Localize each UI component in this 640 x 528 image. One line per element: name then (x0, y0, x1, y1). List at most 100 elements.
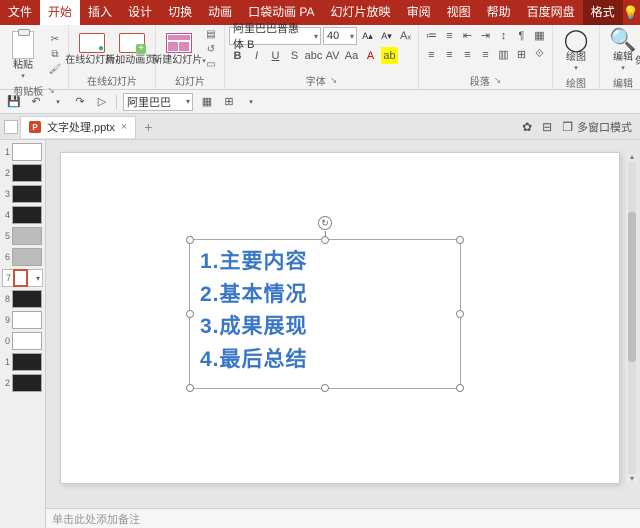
close-tab-button[interactable]: × (121, 121, 127, 133)
clear-format-button[interactable]: Aₓ (397, 28, 414, 45)
scroll-down-icon[interactable]: ▾ (626, 474, 638, 484)
slide-canvas[interactable]: ↻ 1.主要内容 2.基本情况 3.成果展现 4.最后总结 (60, 152, 620, 484)
tab-slideshow[interactable]: 幻灯片放映 (323, 0, 399, 25)
tab-home-icon[interactable] (4, 120, 18, 134)
slide-thumbnail[interactable]: 6 (2, 248, 43, 266)
slide-thumbnail[interactable]: 7 (2, 269, 43, 287)
new-anim-page-button[interactable]: 新加动画页▾ (113, 30, 151, 69)
resize-handle-n[interactable] (321, 236, 329, 244)
edit-button[interactable]: 🔍编辑▾ (604, 27, 640, 74)
align-justify-button[interactable]: ≡ (477, 46, 494, 63)
smartart-button[interactable]: ⟐ (531, 46, 548, 63)
tab-format[interactable]: 格式 (583, 0, 623, 25)
textbox-selected[interactable]: ↻ 1.主要内容 2.基本情况 3.成果展现 4.最后总结 (189, 239, 461, 389)
layout-button[interactable]: ▤ (202, 28, 220, 42)
bullets-button[interactable]: ≔ (423, 27, 440, 44)
resize-handle-e[interactable] (456, 310, 464, 318)
paste-button[interactable]: 粘贴 ▾ (4, 27, 42, 82)
draw-button[interactable]: ◯绘图▾ (557, 27, 595, 74)
scroll-thumb[interactable] (628, 212, 636, 362)
tab-insert[interactable]: 插入 (80, 0, 120, 25)
resize-handle-s[interactable] (321, 384, 329, 392)
dialog-launcher-icon[interactable]: ↘ (330, 75, 338, 86)
dialog-launcher-icon[interactable]: ↘ (494, 75, 502, 86)
numbering-button[interactable]: ≡ (441, 27, 458, 44)
win-opt-2[interactable]: ⊟ (538, 120, 556, 134)
notes-pane[interactable]: 单击此处添加备注 (46, 508, 640, 528)
slide-thumbnail[interactable]: 2 (2, 374, 43, 392)
convert-smartart-button[interactable]: ⊞ (513, 46, 530, 63)
align-left-button[interactable]: ≡ (423, 46, 440, 63)
tab-design[interactable]: 设计 (120, 0, 160, 25)
resize-handle-ne[interactable] (456, 236, 464, 244)
resize-handle-nw[interactable] (186, 236, 194, 244)
columns-button[interactable]: ▥ (495, 46, 512, 63)
align-right-button[interactable]: ≡ (459, 46, 476, 63)
undo-drop-icon[interactable]: ▾ (50, 94, 66, 110)
font-size-select[interactable]: 40 (323, 27, 357, 45)
align-text-button[interactable]: ▦ (531, 27, 548, 44)
tab-home[interactable]: 开始 (40, 0, 80, 25)
shapes-icon: ◯ (563, 29, 589, 51)
grid-button[interactable]: ▦ (199, 94, 215, 110)
tab-baidu-disk[interactable]: 百度网盘 (519, 0, 583, 25)
slide-thumbnail[interactable]: 5 (2, 227, 43, 245)
text-line-2: 2.基本情况 (200, 279, 450, 312)
section-button[interactable]: ▭ (202, 58, 220, 72)
vertical-scrollbar[interactable]: ▴ ▾ (626, 152, 638, 484)
format-painter-button[interactable]: 🖌 (46, 63, 64, 77)
redo-button[interactable]: ↷ (72, 94, 88, 110)
resize-handle-se[interactable] (456, 384, 464, 392)
font-family-select[interactable]: 阿里巴巴普惠体 B (229, 27, 321, 45)
font-color-button[interactable]: A (362, 47, 379, 64)
tab-view[interactable]: 视图 (439, 0, 479, 25)
resize-handle-w[interactable] (186, 310, 194, 318)
save-button[interactable]: 💾 (6, 94, 22, 110)
group-edit: 🔍编辑▾ 编辑 (600, 25, 640, 89)
win-opt-1[interactable]: ✿ (518, 120, 536, 134)
textbox-content[interactable]: 1.主要内容 2.基本情况 3.成果展现 4.最后总结 (190, 240, 460, 382)
decrease-indent-button[interactable]: ⇤ (459, 27, 476, 44)
qat-font-select[interactable]: 阿里巴巴 (123, 93, 193, 111)
tab-transition[interactable]: 切换 (160, 0, 200, 25)
tab-review[interactable]: 审阅 (399, 0, 439, 25)
slide-thumbnail[interactable]: 8 (2, 290, 43, 308)
rotate-handle[interactable]: ↻ (318, 216, 332, 230)
slide-thumbnails[interactable]: 1 2 3 4 5 6 7 8 9 0 1 2 (0, 140, 46, 528)
workspace: 123456789012 ↻ 1.主要内容 2.基本情况 3. (0, 140, 640, 528)
cut-button[interactable]: ✂ (46, 33, 64, 47)
slide-thumbnail[interactable]: 2 (2, 164, 43, 182)
quick-access-toolbar: 💾 ↶ ▾ ↷ ▷ 阿里巴巴 ▦ ⊞ ▾ (0, 90, 640, 114)
scroll-up-icon[interactable]: ▴ (626, 152, 638, 162)
new-slide-button[interactable]: 新建幻灯片▾ (160, 30, 198, 69)
qat-more-icon[interactable]: ▾ (243, 94, 259, 110)
copy-button[interactable]: ⧉ (46, 48, 64, 62)
increase-indent-button[interactable]: ⇥ (477, 27, 494, 44)
slide-thumbnail[interactable]: 0 (2, 332, 43, 350)
start-slideshow-button[interactable]: ▷ (94, 94, 110, 110)
slide-thumbnail[interactable]: 9 (2, 311, 43, 329)
line-spacing-button[interactable]: ↕ (495, 27, 512, 44)
reset-button[interactable]: ↺ (202, 43, 220, 57)
char-spacing-button[interactable]: AV (324, 47, 341, 64)
resize-handle-sw[interactable] (186, 384, 194, 392)
highlight-button[interactable]: ab (381, 47, 398, 64)
slide-canvas-area[interactable]: ↻ 1.主要内容 2.基本情况 3.成果展现 4.最后总结 (46, 140, 640, 508)
ruler-button[interactable]: ⊞ (221, 94, 237, 110)
new-tab-button[interactable]: + (138, 119, 158, 135)
shrink-font-button[interactable]: A▾ (378, 28, 395, 45)
align-center-button[interactable]: ≡ (441, 46, 458, 63)
slide-thumbnail[interactable]: 3 (2, 185, 43, 203)
slide-thumbnail[interactable]: 4 (2, 206, 43, 224)
grow-font-button[interactable]: A▴ (359, 28, 376, 45)
text-direction-button[interactable]: ¶ (513, 27, 530, 44)
slide-thumbnail[interactable]: 1 (2, 353, 43, 371)
undo-button[interactable]: ↶ (28, 94, 44, 110)
tab-file[interactable]: 文件 (0, 0, 40, 25)
multi-window-mode[interactable]: ❐多窗口模式 (558, 119, 636, 135)
change-case-button[interactable]: Aa (343, 47, 360, 64)
tab-help[interactable]: 帮助 (479, 0, 519, 25)
slide-thumbnail[interactable]: 1 (2, 143, 43, 161)
shadow-button[interactable]: abc (305, 47, 322, 64)
doc-tab-active[interactable]: P 文字处理.pptx × (20, 116, 136, 138)
